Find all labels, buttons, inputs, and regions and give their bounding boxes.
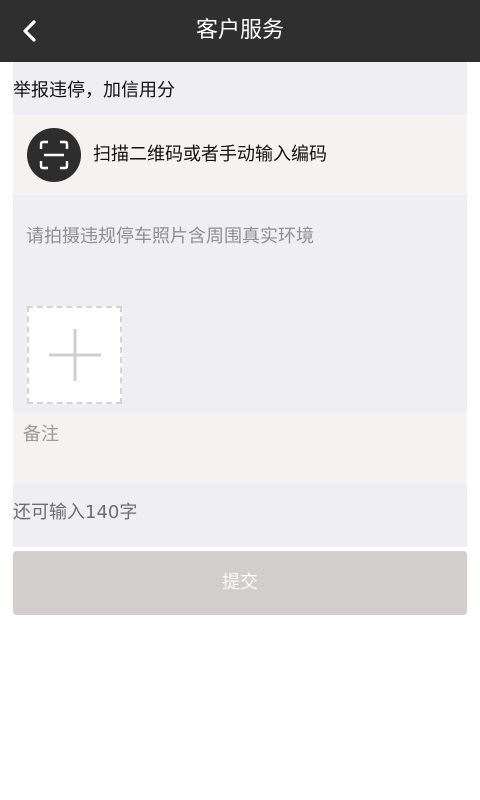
page-title: 客户服务 [195, 18, 284, 43]
photo-hint: 请拍摄违规停车照片含周围真实环境 [26, 226, 314, 247]
remark-box [13, 412, 467, 484]
add-photo-button[interactable] [27, 306, 122, 404]
report-form: 举报违停，加信用分 扫描二维码或者手动输入编码 请拍摄违规停车照片含周围真实环境… [13, 62, 467, 547]
scan-code-label: 扫描二维码或者手动输入编码 [93, 144, 327, 165]
submit-button[interactable]: 提交 [13, 551, 467, 615]
plus-icon [48, 329, 101, 381]
remark-input[interactable] [13, 412, 467, 484]
section-title: 举报违停，加信用分 [13, 80, 175, 101]
char-counter: 还可输入140字 [13, 502, 138, 523]
app-header: 客户服务 [0, 0, 480, 62]
scan-qr-icon [27, 128, 81, 182]
scan-code-row[interactable]: 扫描二维码或者手动输入编码 [13, 115, 467, 195]
